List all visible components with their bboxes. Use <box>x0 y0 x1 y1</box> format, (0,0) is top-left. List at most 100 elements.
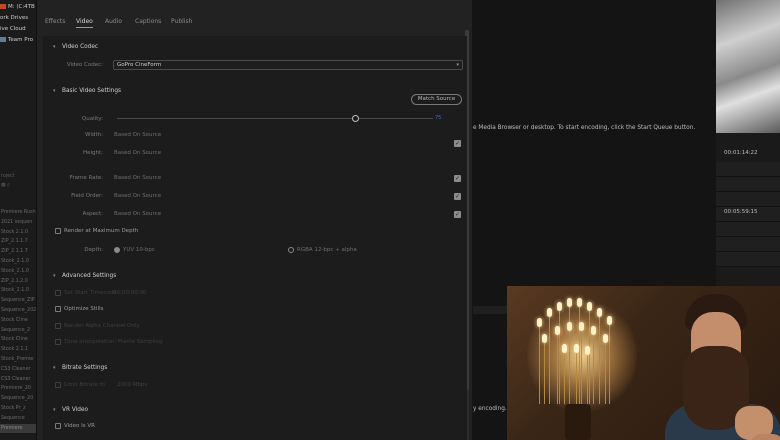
project-list-item[interactable]: CS3 Cleaner <box>0 375 36 385</box>
tab-captions[interactable]: Captions <box>135 18 161 25</box>
list-item <box>716 237 780 252</box>
chevron-down-icon: ▾ <box>53 88 56 94</box>
timecode-1: 00:01:14:22 <box>724 150 758 156</box>
tab-effects[interactable]: Effects <box>45 18 65 25</box>
video-codec-select[interactable]: GoPro CineForm ▾ <box>113 60 463 70</box>
list-item <box>716 222 780 237</box>
lamp-stem <box>544 342 545 404</box>
depth-rgba-radio[interactable] <box>288 247 294 253</box>
project-list-item[interactable]: ZIP_2.1.2.0 <box>0 277 36 287</box>
chevron-down-icon: ▾ <box>53 407 56 413</box>
render-max-depth-label: Render at Maximum Depth <box>64 228 139 234</box>
queue-scrollbar[interactable] <box>473 306 509 314</box>
project-list-item[interactable]: Sequence <box>0 414 36 424</box>
list-item <box>716 162 780 177</box>
render-alpha-label: Render Alpha Channel Only <box>64 323 140 329</box>
project-list-item[interactable]: ZIP_2.1.1.7 <box>0 237 36 247</box>
tab-publish[interactable]: Publish <box>171 18 192 25</box>
lamp-stem <box>587 354 588 404</box>
sidebar-mid-row <box>0 199 36 208</box>
project-list-item[interactable]: Premiere <box>0 423 36 434</box>
project-list-item[interactable]: Stock Cline <box>0 335 36 345</box>
project-list-item[interactable]: Stock_Premie <box>0 355 36 365</box>
project-list-item[interactable]: Sequence_2021 <box>0 306 36 316</box>
lamp-stem <box>539 326 540 404</box>
list-item <box>716 192 780 207</box>
aspect-value: Based On Source <box>114 211 162 217</box>
quality-label: Quality: <box>81 116 103 122</box>
video-is-vr-checkbox[interactable] <box>55 423 61 429</box>
queue-empty-message: e Media Browser or desktop. To start enc… <box>473 125 696 131</box>
lamp-bulb <box>557 302 562 311</box>
set-start-timecode-checkbox[interactable] <box>55 290 61 296</box>
section-vr-video[interactable]: ▾ VR Video <box>53 407 88 413</box>
lamp-stem <box>564 352 565 404</box>
project-list: Premiere Rush 2021 sequen Stock 2.1.0 ZIP_2… <box>0 208 36 434</box>
project-list-item[interactable]: Stock_2.1.0 <box>0 267 36 277</box>
lamp-stem <box>581 330 582 404</box>
list-view-icon[interactable]: ▦ ⌕ <box>1 183 10 188</box>
start-timecode-value: 00;00;00;00 <box>113 290 147 296</box>
section-bitrate[interactable]: ▾ Bitrate Settings <box>53 365 107 371</box>
project-list-item[interactable]: Stock 2.1.0 <box>0 228 36 238</box>
width-height-match-checkbox[interactable]: ✓ <box>454 140 461 147</box>
project-list-item[interactable]: Stock_2.1.0 <box>0 257 36 267</box>
time-interpolation-label: Time Interpolation: Frame Sampling <box>64 339 163 345</box>
field-order-match-checkbox[interactable]: ✓ <box>454 193 461 200</box>
tab-video[interactable]: Video <box>76 18 93 28</box>
time-interpolation-checkbox[interactable] <box>55 339 61 345</box>
frame-rate-value: Based On Source <box>114 175 162 181</box>
quality-value[interactable]: 75 <box>435 115 441 121</box>
aspect-match-checkbox[interactable]: ✓ <box>454 211 461 218</box>
project-sidebar: M: (C:4TB ork Drives ive Cloud Team Pro … <box>0 0 37 440</box>
quality-slider-handle[interactable] <box>352 115 359 122</box>
sidebar-item-drive[interactable]: M: (C:4TB <box>0 2 36 13</box>
project-list-item[interactable]: Stock Pr_z <box>0 404 36 414</box>
render-max-depth-checkbox[interactable] <box>55 228 61 234</box>
webcam-overlay <box>507 286 780 440</box>
lamp-bulb <box>587 302 592 311</box>
optimize-stills-checkbox[interactable] <box>55 306 61 312</box>
section-advanced[interactable]: ▾ Advanced Settings <box>53 273 116 279</box>
lamp-bulb <box>591 326 596 335</box>
project-list-item[interactable]: Sequence_20 <box>0 394 36 404</box>
section-basic-video[interactable]: ▾ Basic Video Settings <box>53 88 121 94</box>
tab-audio[interactable]: Audio <box>105 18 122 25</box>
project-list-item[interactable]: 2021 sequen <box>0 218 36 228</box>
lamp-stem <box>549 316 550 404</box>
lamp-bulb <box>597 308 602 317</box>
project-list-item[interactable]: Premiere_20 <box>0 384 36 394</box>
match-source-button[interactable]: Match Source <box>411 94 462 105</box>
video-is-vr-label: Video Is VR <box>64 423 95 429</box>
project-list-item[interactable]: CS3 Cleaner <box>0 365 36 375</box>
depth-yuv-radio[interactable] <box>114 247 120 253</box>
project-list-item[interactable]: Sequence_2 <box>0 326 36 336</box>
lamp-bulb <box>607 316 612 325</box>
preview-thumbnail <box>716 0 780 133</box>
frame-rate-match-checkbox[interactable]: ✓ <box>454 175 461 182</box>
team-icon <box>0 37 6 42</box>
width-label: Width: <box>85 132 103 138</box>
sidebar-item-network-drives[interactable]: ork Drives <box>0 13 36 24</box>
lamp-bulb <box>567 322 572 331</box>
limit-bitrate-label: Limit Bitrate to <box>64 382 106 388</box>
project-list-item[interactable]: Sequence_ZIP <box>0 296 36 306</box>
queue-status-message: y encoding. <box>473 406 507 412</box>
section-video-codec[interactable]: ▾ Video Codec <box>53 44 98 50</box>
timecode-2: 00:05:59:15 <box>724 209 758 215</box>
project-list-item[interactable]: Premiere Rush <box>0 208 36 218</box>
sidebar-mid-row[interactable]: ▦ ⌕ <box>0 181 36 190</box>
render-alpha-checkbox[interactable] <box>55 323 61 329</box>
project-list-item[interactable]: Stock_2.1.0 <box>0 286 36 296</box>
lamp-stem <box>579 306 580 404</box>
project-list-item[interactable]: Stock 2.1.1 <box>0 345 36 355</box>
lamp-stem <box>569 330 570 404</box>
project-list-item[interactable]: Stock Cline <box>0 316 36 326</box>
optimize-stills-label: Optimize Stills <box>64 306 104 312</box>
presenter-hand <box>751 434 780 440</box>
sidebar-item-team-projects[interactable]: Team Pro <box>0 35 36 46</box>
project-list-item[interactable]: ZIP_2.1.1.7 <box>0 247 36 257</box>
sidebar-item-creative-cloud[interactable]: ive Cloud <box>0 24 36 35</box>
limit-bitrate-checkbox[interactable] <box>55 382 61 388</box>
quality-slider[interactable] <box>117 115 433 122</box>
